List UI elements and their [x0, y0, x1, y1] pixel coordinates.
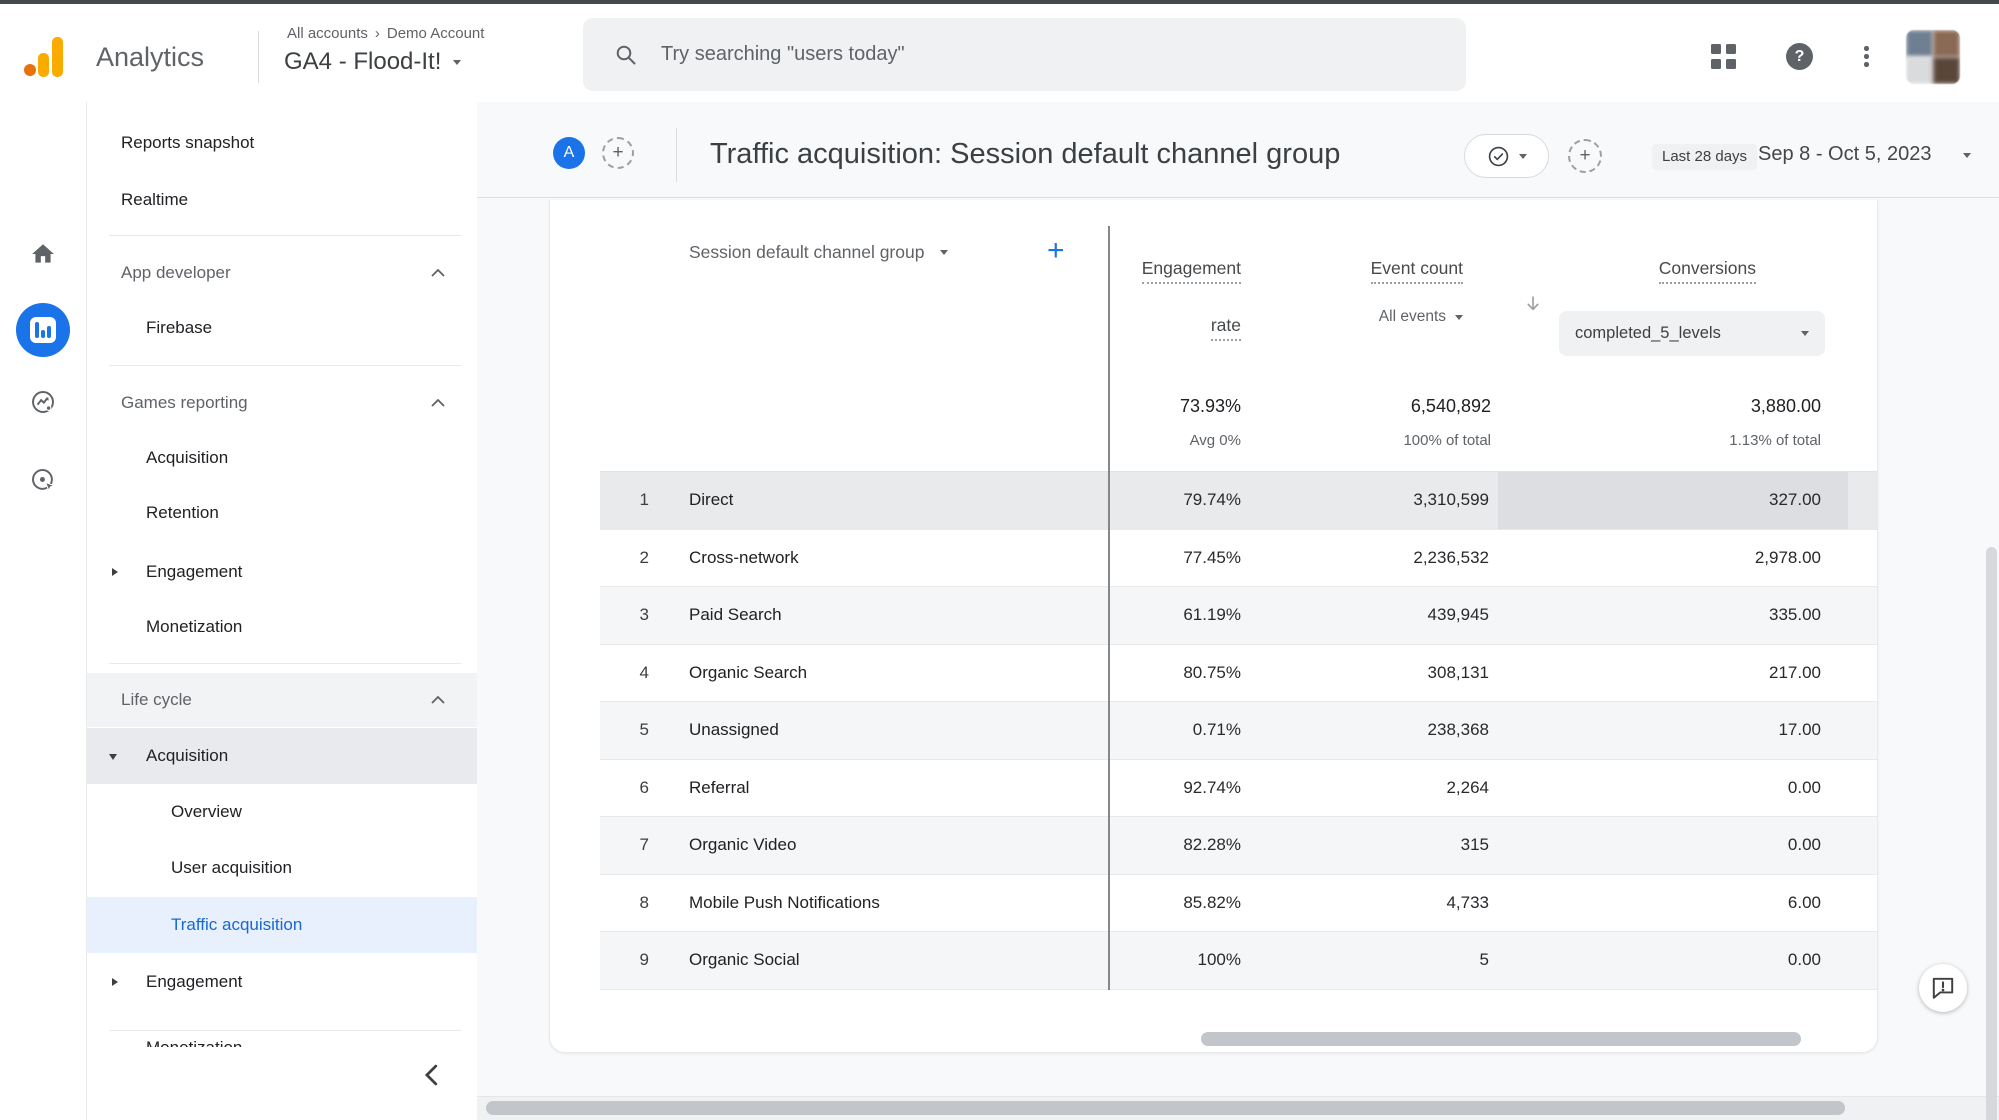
conversion-event-dropdown[interactable]: completed_5_levels [1559, 311, 1825, 356]
table-row[interactable]: 2 Cross-network 77.45% 2,236,532 2,978.0… [600, 530, 1878, 588]
property-name[interactable]: GA4 - Flood-It! [284, 48, 441, 76]
chevron-down-icon [1455, 315, 1463, 320]
explore-icon[interactable] [30, 389, 56, 415]
report-title: Traffic acquisition: Session default cha… [710, 138, 1340, 171]
sidebar-item-games-engagement[interactable]: Engagement [87, 544, 477, 600]
chevron-up-icon [431, 399, 445, 407]
sidebar-item-user-acquisition[interactable]: User acquisition [87, 840, 477, 896]
chevron-down-icon [1801, 331, 1809, 336]
totals-event-count-sub: 100% of total [1291, 432, 1491, 449]
expand-right-icon [112, 978, 118, 986]
chevron-up-icon [431, 269, 445, 277]
totals-event-count: 6,540,892 [1291, 396, 1491, 417]
sidebar-section-app-developer[interactable]: App developer [87, 245, 477, 301]
date-range-label[interactable]: Last 28 days [1652, 144, 1757, 170]
expand-down-icon [109, 754, 117, 760]
conversions-sort[interactable]: Conversions [1659, 258, 1756, 284]
global-search[interactable] [583, 18, 1466, 91]
search-icon [615, 44, 637, 66]
chevron-down-icon [453, 60, 461, 65]
product-name: Analytics [96, 42, 204, 73]
engagement-rate-sort[interactable]: Engagement [1142, 258, 1241, 284]
table-row[interactable]: 8 Mobile Push Notifications 85.82% 4,733… [600, 875, 1878, 933]
add-report-button[interactable]: + [1568, 139, 1602, 173]
app-header: Analytics All accounts › Demo Account GA… [0, 4, 1999, 102]
report-header-divider [676, 128, 677, 182]
table-row[interactable]: 6 Referral 92.74% 2,264 0.00 [600, 760, 1878, 818]
ga4-window: Analytics All accounts › Demo Account GA… [0, 0, 1999, 1120]
header-divider [258, 31, 259, 83]
table-row[interactable]: 1 Direct 79.74% 3,310,599 327.00 [600, 472, 1878, 530]
sidebar-divider [109, 365, 461, 366]
check-circle-icon [1487, 145, 1510, 168]
report-header-bottom-divider [477, 197, 1999, 198]
table-row[interactable]: 7 Organic Video 82.28% 315 0.00 [600, 817, 1878, 875]
page-vertical-scrollbar-thumb[interactable] [1986, 547, 1997, 1120]
column-header-engagement-rate: Engagement rate [1041, 258, 1241, 341]
analytics-logo-icon[interactable] [24, 37, 64, 77]
totals-conversions: 3,880.00 [1621, 396, 1821, 417]
left-rail [0, 102, 86, 1120]
search-input[interactable] [661, 43, 1361, 66]
date-range-value[interactable]: Sep 8 - Oct 5, 2023 [1758, 143, 1931, 166]
property-selector[interactable]: GA4 - Flood-It! [284, 48, 461, 76]
feedback-button[interactable] [1919, 964, 1967, 1012]
sidebar-item-firebase[interactable]: Firebase [87, 300, 477, 356]
sidebar-item-realtime[interactable]: Realtime [87, 172, 477, 228]
chevron-up-icon [431, 696, 445, 704]
column-header-conversions: Conversions [1556, 258, 1756, 284]
sidebar-section-life-cycle[interactable]: Life cycle [87, 673, 477, 727]
feedback-bubble-icon [1930, 975, 1956, 1001]
table-horizontal-scrollbar[interactable] [1201, 1032, 1801, 1046]
chevron-down-icon[interactable] [1963, 153, 1971, 158]
sidebar-item-traffic-acquisition[interactable]: Traffic acquisition [87, 897, 477, 953]
add-collaborator-button[interactable]: + [602, 137, 634, 169]
breadcrumb-all-accounts[interactable]: All accounts [287, 25, 368, 42]
sidebar-item-games-acquisition[interactable]: Acquisition [87, 430, 477, 486]
column-separator[interactable] [1108, 226, 1110, 990]
advertising-icon[interactable] [30, 467, 56, 493]
table-row[interactable]: 9 Organic Social 100% 5 0.00 [600, 932, 1878, 990]
totals-engagement-rate: 73.93% [1041, 396, 1241, 417]
column-header-event-count: Event count All events [1263, 258, 1463, 326]
event-filter-dropdown[interactable]: All events [1263, 308, 1463, 326]
event-count-sort[interactable]: Event count [1371, 258, 1463, 284]
apps-grid-icon[interactable] [1711, 44, 1736, 69]
table-row[interactable]: 4 Organic Search 80.75% 308,131 217.00 [600, 645, 1878, 703]
user-avatar[interactable] [1906, 30, 1960, 84]
sidebar-divider [109, 235, 461, 236]
sidebar-item-retention[interactable]: Retention [87, 485, 477, 541]
report-owner-avatar[interactable]: A [553, 137, 585, 169]
collapse-sidebar-icon[interactable] [422, 1064, 440, 1086]
sidebar-item-reports-snapshot[interactable]: Reports snapshot [87, 115, 477, 171]
more-options-icon[interactable] [1864, 46, 1869, 67]
reports-sidebar: Reports snapshot Realtime App developer … [87, 102, 477, 1120]
reports-icon[interactable] [16, 303, 70, 357]
page-horizontal-scrollbar-thumb[interactable] [486, 1101, 1845, 1115]
breadcrumb-separator-icon: › [375, 25, 380, 42]
sort-descending-icon[interactable] [1522, 293, 1544, 315]
dimension-dropdown[interactable]: Session default channel group [689, 242, 948, 263]
table-row[interactable]: 3 Paid Search 61.19% 439,945 335.00 [600, 587, 1878, 645]
expand-right-icon [112, 568, 118, 576]
sidebar-item-monetization-clipped[interactable]: Monetization [87, 1031, 477, 1047]
sidebar-item-acquisition[interactable]: Acquisition [87, 728, 477, 784]
totals-conversions-sub: 1.13% of total [1621, 432, 1821, 449]
sidebar-item-overview[interactable]: Overview [87, 784, 477, 840]
table-row[interactable]: 5 Unassigned 0.71% 238,368 17.00 [600, 702, 1878, 760]
sidebar-item-games-monetization[interactable]: Monetization [87, 599, 477, 655]
totals-engagement-rate-sub: Avg 0% [1041, 432, 1241, 449]
breadcrumb-account[interactable]: Demo Account [387, 25, 485, 42]
chevron-down-icon [1519, 154, 1527, 159]
breadcrumb[interactable]: All accounts › Demo Account [287, 25, 484, 42]
traffic-acquisition-table-card: Session default channel group + Engageme… [549, 200, 1878, 1053]
chevron-down-icon [940, 250, 948, 255]
sidebar-section-games-reporting[interactable]: Games reporting [87, 375, 477, 431]
sidebar-item-engagement[interactable]: Engagement [87, 954, 477, 1010]
sidebar-divider [109, 663, 461, 664]
home-icon[interactable] [30, 241, 56, 267]
report-status-button[interactable] [1464, 134, 1549, 178]
help-icon[interactable]: ? [1786, 43, 1813, 70]
selected-cell[interactable]: 327.00 [1498, 472, 1848, 529]
